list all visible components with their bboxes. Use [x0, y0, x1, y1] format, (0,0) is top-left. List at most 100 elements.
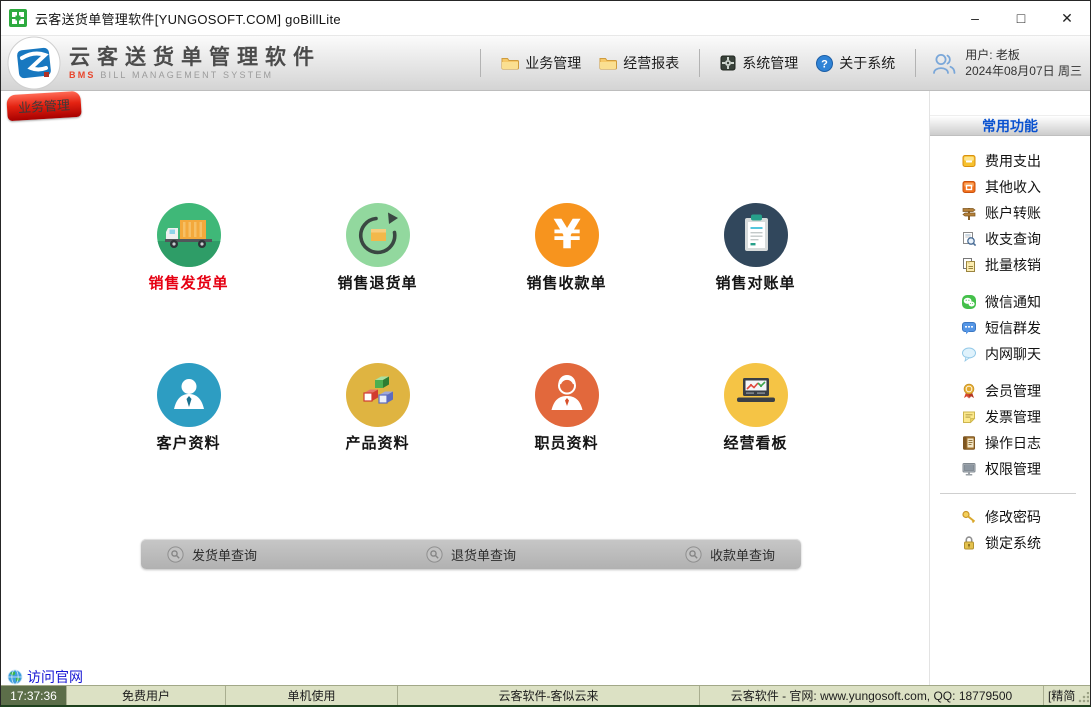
search-icon — [685, 546, 702, 563]
svg-text:¥: ¥ — [553, 212, 581, 258]
nav-business-reports[interactable]: 经营报表 — [599, 53, 679, 73]
sidebar-item-income-expense-query[interactable]: 收支查询 — [961, 226, 1090, 252]
tile-business-dashboard[interactable]: 经营看板 — [661, 363, 850, 453]
delivery-truck-icon — [157, 203, 221, 267]
batch-writeoff-icon — [961, 257, 977, 273]
help-icon: ? — [816, 55, 833, 72]
sidebar-item-wechat-notify[interactable]: 微信通知 — [961, 289, 1090, 315]
log-book-icon — [961, 435, 977, 451]
income-icon — [961, 179, 977, 195]
member-medal-icon — [961, 383, 977, 399]
nav-system-management[interactable]: 系统管理 — [720, 53, 798, 73]
sidebar-item-expense[interactable]: 费用支出 — [961, 148, 1090, 174]
tile-label: 销售退货单 — [337, 272, 417, 293]
receipt-order-query[interactable]: 收款单查询 — [685, 545, 775, 564]
tile-label: 经营看板 — [723, 432, 787, 453]
user-name: 用户: 老板 — [965, 47, 1082, 63]
statement-clipboard-icon — [724, 203, 788, 267]
tile-label: 职员资料 — [534, 432, 598, 453]
status-clock: 17:37:36 — [1, 686, 67, 705]
sidebar-group-gap — [961, 367, 1090, 378]
status-contact: 云客软件 - 官网: www.yungosoft.com, QQ: 187795… — [700, 686, 1044, 705]
tile-sales-return[interactable]: 销售退货单 — [283, 203, 472, 293]
sidebar-list: 费用支出 其他收入 账户转账 收支查询 批量核销 — [930, 148, 1090, 556]
user-block[interactable]: 用户: 老板 2024年08月07日 周三 — [931, 47, 1082, 79]
sidebar-title: 常用功能 — [930, 115, 1090, 136]
logo-text: 云客送货单管理软件 BMS BILL MANAGEMENT SYSTEM — [69, 46, 321, 80]
folder-icon — [599, 55, 617, 71]
tile-label: 销售收款单 — [526, 272, 606, 293]
sidebar-common-functions: 常用功能 费用支出 其他收入 账户转账 收支查询 — [929, 91, 1090, 685]
product-cubes-icon — [346, 363, 410, 427]
sidebar-item-change-password[interactable]: 修改密码 — [961, 504, 1090, 530]
nav-about-system[interactable]: ? 关于系统 — [816, 53, 895, 73]
search-icon — [426, 546, 443, 563]
return-order-query[interactable]: 退货单查询 — [426, 545, 516, 564]
window-controls: – □ ✕ — [952, 1, 1090, 35]
header-nav: 业务管理 经营报表 系统管理 ? 关于系统 用户: 老板 2024年08月07日… — [469, 47, 1090, 79]
sidebar-item-member-management[interactable]: 会员管理 — [961, 378, 1090, 404]
sidebar-item-batch-writeoff[interactable]: 批量核销 — [961, 252, 1090, 278]
transfer-signpost-icon — [961, 205, 977, 221]
tile-product-data[interactable]: 产品资料 — [283, 363, 472, 453]
nav-separator — [699, 49, 700, 77]
official-site-link[interactable]: 访问官网 — [7, 667, 83, 687]
svg-text:?: ? — [821, 58, 828, 70]
dashboard-laptop-icon — [724, 363, 788, 427]
customer-icon — [157, 363, 221, 427]
tile-sales-receipt[interactable]: ¥ 销售收款单 — [472, 203, 661, 293]
sidebar-group-gap — [961, 278, 1090, 289]
current-date: 2024年08月07日 周三 — [965, 63, 1082, 79]
invoice-note-icon — [961, 409, 977, 425]
tile-grid: 销售发货单 销售退货单 ¥ 销售收款单 销售对账单 客户资料 产品资料 — [94, 203, 850, 453]
logo-title: 云客送货单管理软件 — [69, 46, 321, 69]
maximize-button[interactable]: □ — [998, 1, 1044, 35]
resize-grip[interactable] — [1077, 692, 1089, 704]
search-icon — [167, 546, 184, 563]
status-slogan: 云客软件-客似云来 — [398, 686, 700, 705]
key-icon — [961, 509, 977, 525]
app-window: 云客送货单管理软件[YUNGOSOFT.COM] goBillLite – □ … — [0, 0, 1091, 707]
sidebar-item-other-income[interactable]: 其他收入 — [961, 174, 1090, 200]
sidebar-item-account-transfer[interactable]: 账户转账 — [961, 200, 1090, 226]
close-button[interactable]: ✕ — [1044, 1, 1090, 35]
staff-icon — [535, 363, 599, 427]
return-arrows-icon — [346, 203, 410, 267]
sidebar-item-permission-management[interactable]: 权限管理 — [961, 456, 1090, 482]
sidebar-item-intranet-chat[interactable]: 内网聊天 — [961, 341, 1090, 367]
app-logo: 云客送货单管理软件 BMS BILL MANAGEMENT SYSTEM — [1, 36, 321, 90]
tile-sales-statement[interactable]: 销售对账单 — [661, 203, 850, 293]
users-icon — [931, 51, 957, 75]
status-edition: [精简 — [1044, 686, 1090, 705]
main-content: 业务管理 销售发货单 销售退货单 ¥ 销售收款单 销售对账单 客户资料 — [1, 91, 1090, 685]
tile-label: 客户资料 — [156, 432, 220, 453]
logo-subtitle: BMS BILL MANAGEMENT SYSTEM — [69, 70, 321, 80]
nav-business-management[interactable]: 业务管理 — [501, 53, 581, 73]
delivery-order-query[interactable]: 发货单查询 — [167, 545, 257, 564]
yen-icon: ¥ — [535, 203, 599, 267]
folder-icon — [501, 55, 519, 71]
chat-bubble-icon — [961, 346, 977, 362]
tile-label: 销售对账单 — [715, 272, 795, 293]
nav-separator — [915, 49, 916, 77]
system-gear-icon — [720, 55, 736, 71]
sidebar-item-operation-log[interactable]: 操作日志 — [961, 430, 1090, 456]
tab-business-management[interactable]: 业务管理 — [6, 91, 81, 121]
minimize-button[interactable]: – — [952, 1, 998, 35]
header: 云客送货单管理软件 BMS BILL MANAGEMENT SYSTEM 业务管… — [1, 36, 1090, 91]
logo-mark-icon — [7, 36, 61, 90]
tile-customer-data[interactable]: 客户资料 — [94, 363, 283, 453]
tile-staff-data[interactable]: 职员资料 — [472, 363, 661, 453]
sidebar-item-invoice-management[interactable]: 发票管理 — [961, 404, 1090, 430]
app-icon — [9, 9, 27, 27]
sms-icon — [961, 320, 977, 336]
nav-separator — [480, 49, 481, 77]
sidebar-item-sms-broadcast[interactable]: 短信群发 — [961, 315, 1090, 341]
wechat-icon — [961, 294, 977, 310]
tile-sales-delivery[interactable]: 销售发货单 — [94, 203, 283, 293]
tile-label: 销售发货单 — [148, 272, 228, 293]
status-mode: 单机使用 — [226, 686, 398, 705]
user-info: 用户: 老板 2024年08月07日 周三 — [965, 47, 1082, 79]
permission-monitor-icon — [961, 461, 977, 477]
sidebar-item-lock-system[interactable]: 锁定系统 — [961, 530, 1090, 556]
